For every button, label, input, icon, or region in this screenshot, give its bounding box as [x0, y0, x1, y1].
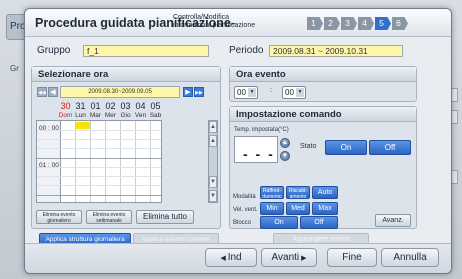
fan-max-button[interactable]: Max: [312, 202, 338, 215]
lock-label: Blocco: [233, 220, 252, 226]
step-4[interactable]: 4: [358, 17, 374, 30]
set-temp-label: Temp. impostata(°C): [234, 127, 289, 133]
scroll-up-icon[interactable]: ▲: [209, 135, 217, 147]
period-label: Periodo: [229, 45, 264, 56]
prev-week-button[interactable]: ◀: [48, 87, 58, 97]
date-cell: 01: [90, 101, 101, 111]
step-5-active[interactable]: 5: [375, 17, 391, 30]
mode-cool-button[interactable]: Raffred- damento: [260, 186, 284, 200]
next-month-icon: ▶▶: [195, 90, 203, 96]
chevron-down-icon: ▼: [248, 88, 256, 97]
prev-week-icon: ◀: [50, 89, 56, 96]
event-time-panel: Ora evento 00 ▼ : 00 ▼: [229, 66, 417, 102]
schedule-grid[interactable]: 00 : 00 01 : 00: [36, 120, 162, 203]
group-value: f_1: [83, 45, 209, 57]
event-time-title: Ora evento: [230, 67, 416, 82]
delete-weekly-label-2: settimanale: [96, 218, 122, 224]
back-button[interactable]: ◀ Ind: [205, 248, 257, 267]
temp-down-icon[interactable]: ▼: [280, 151, 290, 161]
mode-heat-button[interactable]: Riscald- amento: [286, 186, 310, 200]
finish-button[interactable]: Fine: [327, 248, 377, 267]
back-label: Ind: [227, 252, 242, 263]
chevron-down-icon: ▼: [296, 88, 304, 97]
weekday-cell: Lun: [75, 112, 86, 119]
scroll-down-icon[interactable]: ▼: [209, 176, 217, 188]
weekday-cell: Mar: [89, 112, 102, 119]
step-3[interactable]: 3: [341, 17, 357, 30]
minute-value: 00: [285, 88, 294, 97]
delete-daily-event-button[interactable]: Elimina evento giornaliero: [36, 210, 82, 224]
lock-on-button[interactable]: On: [260, 216, 298, 229]
scroll-down-icon[interactable]: ▼: [209, 190, 217, 202]
scroll-up-icon[interactable]: ▲: [209, 121, 217, 133]
prev-month-button[interactable]: ◀◀: [37, 87, 47, 97]
prev-month-icon: ◀◀: [38, 90, 46, 96]
schedule-wizard-dialog: Procedura guidata pianificazione- Contro…: [24, 8, 452, 274]
fan-med-button[interactable]: Med: [286, 202, 310, 215]
set-temp-value: - - -: [243, 146, 275, 162]
next-button[interactable]: Avanti ▶: [261, 248, 317, 267]
fan-min-button[interactable]: Min: [260, 202, 284, 215]
temp-up-icon[interactable]: ▲: [280, 138, 290, 148]
grid-scrollbar[interactable]: ▲ ▲ ▼ ▼: [208, 120, 218, 203]
status-off-button[interactable]: Off: [369, 140, 411, 155]
advanced-button[interactable]: Avanz.: [375, 214, 411, 227]
subtitle-line-1: Controlla/Modifica: [173, 14, 230, 21]
status-on-button[interactable]: On: [325, 140, 367, 155]
date-cell: 30: [60, 101, 71, 111]
mode-cool-label-2: damento: [262, 194, 282, 200]
group-label: Gruppo: [37, 45, 71, 56]
selected-event-cell[interactable]: [76, 122, 90, 129]
date-cell: 05: [150, 101, 161, 111]
minute-select[interactable]: 00 ▼: [282, 86, 306, 99]
weekday-cell: Dom: [58, 112, 73, 119]
date-row: 30 31 01 02 03 04 05: [58, 101, 163, 111]
weekday-cell: Gio: [120, 112, 131, 119]
delete-weekly-event-button[interactable]: Elimina evento settimanale: [86, 210, 132, 224]
dialog-subtitle: Controlla/Modifica informazioni pianific…: [173, 14, 283, 30]
delete-all-button[interactable]: Elimina tutto: [136, 210, 194, 224]
back-arrow-icon: ◀: [220, 255, 228, 262]
mode-auto-button[interactable]: Auto: [312, 186, 338, 199]
dialog-header: Procedura guidata pianificazione- Contro…: [25, 9, 451, 37]
next-label: Avanti: [271, 252, 300, 263]
next-arrow-icon: ▶: [299, 255, 307, 262]
period-value: 2009.08.31 ~ 2009.10.31: [269, 45, 403, 57]
hour-select[interactable]: 00 ▼: [234, 86, 258, 99]
command-settings-title: Impostazione comando: [230, 107, 416, 122]
lock-off-button[interactable]: Off: [300, 216, 338, 229]
weekday-cell: Ven: [134, 112, 147, 119]
cancel-button[interactable]: Annulla: [381, 248, 439, 267]
next-week-button[interactable]: ▶: [183, 87, 193, 97]
time-separator: :: [270, 87, 272, 94]
mode-heat-label-2: amento: [289, 194, 307, 200]
weekday-row: Dom Lun Mar Mer Gio Ven Sab: [58, 112, 163, 119]
dialog-footer: ◀ Ind Avanti ▶ Fine Annulla: [25, 243, 451, 273]
step-2[interactable]: 2: [324, 17, 340, 30]
weekday-cell: Sab: [149, 112, 162, 119]
wizard-steps: 1 2 3 4 5 6: [307, 17, 408, 30]
step-6[interactable]: 6: [392, 17, 408, 30]
date-cell: 31: [75, 101, 86, 111]
set-temp-display: - - -: [234, 136, 278, 163]
mode-label: Modalità: [233, 194, 256, 200]
step-1[interactable]: 1: [307, 17, 323, 30]
command-settings-panel: Impostazione comando Temp. impostata(°C)…: [229, 106, 417, 229]
background-label: Gr: [10, 64, 19, 73]
weekday-cell: Mer: [104, 112, 117, 119]
delete-daily-label-2: giornaliero: [47, 218, 71, 224]
status-label: Stato: [300, 143, 317, 150]
next-week-icon: ▶: [185, 89, 191, 96]
select-time-panel: Selezionare ora ◀◀ ◀ 2009.08.30~2009.09.…: [31, 66, 221, 229]
subtitle-line-2: informazioni pianificazione: [173, 22, 256, 29]
date-cell: 03: [120, 101, 131, 111]
select-time-title: Selezionare ora: [32, 67, 220, 82]
next-month-button[interactable]: ▶▶: [194, 87, 204, 97]
fan-speed-label: Vel. vent.: [233, 207, 258, 213]
hour-value: 00: [237, 88, 246, 97]
date-cell: 04: [135, 101, 146, 111]
date-cell: 02: [105, 101, 116, 111]
week-range: 2009.08.30~2009.09.05: [60, 86, 180, 98]
